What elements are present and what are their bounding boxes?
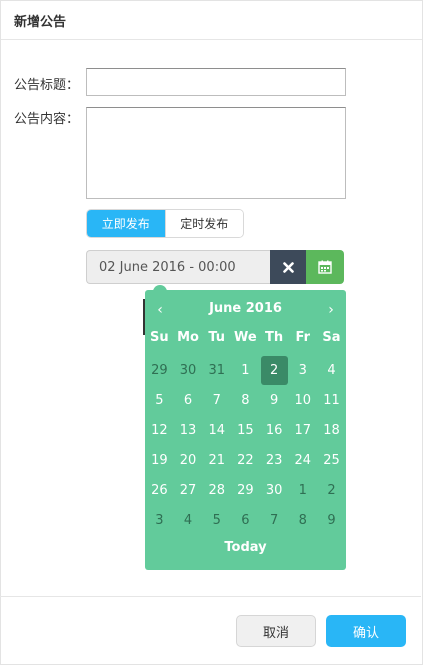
today-button[interactable]: Today xyxy=(145,540,346,555)
calendar-week-row: 5 6 7 8 9 10 11 xyxy=(145,385,346,415)
calendar-day[interactable]: 4 xyxy=(174,505,203,535)
calendar-day[interactable]: 11 xyxy=(317,385,346,415)
calendar-day[interactable]: 15 xyxy=(231,415,260,445)
clear-date-button[interactable] xyxy=(270,250,306,284)
announcement-dialog: 新增公告 公告标题： 公告内容： 立即发布 定时发布 02 June 2016 … xyxy=(0,0,423,665)
calendar-day-selected[interactable]: 2 xyxy=(260,355,289,385)
calendar-week-row: 19 20 21 22 23 24 25 xyxy=(145,445,346,475)
publish-now-button[interactable]: 立即发布 xyxy=(87,210,165,237)
title-label: 公告标题： xyxy=(14,78,80,93)
calendar-day[interactable]: 21 xyxy=(202,445,231,475)
weekday-label: Su xyxy=(150,330,169,345)
content-textarea[interactable] xyxy=(86,107,346,199)
scheduled-publish-button[interactable]: 定时发布 xyxy=(164,210,243,237)
date-picker: ‹ June 2016 › Su Mo Tu We Th Fr Sa 29 30 31 1 2 3 4 5… xyxy=(145,290,346,570)
calendar-day[interactable]: 25 xyxy=(317,445,346,475)
calendar-day[interactable]: 8 xyxy=(231,385,260,415)
calendar-day[interactable]: 2 xyxy=(317,475,346,505)
calendar-day[interactable]: 13 xyxy=(174,415,203,445)
calendar-day[interactable]: 5 xyxy=(202,505,231,535)
day-grid: 29 30 31 1 2 3 4 5 6 7 8 9 10 11 12 13 14 15 16 17 18 19 20 21 2… xyxy=(145,355,346,535)
calendar-week-row: 26 27 28 29 30 1 2 xyxy=(145,475,346,505)
calendar-day[interactable]: 26 xyxy=(145,475,174,505)
calendar-day[interactable]: 5 xyxy=(145,385,174,415)
calendar-day[interactable]: 3 xyxy=(288,355,317,385)
cancel-button[interactable]: 取消 xyxy=(236,615,316,647)
picker-header: ‹ June 2016 › xyxy=(145,300,346,320)
calendar-day[interactable]: 31 xyxy=(202,355,231,385)
calendar-day[interactable]: 20 xyxy=(174,445,203,475)
calendar-day[interactable]: 30 xyxy=(260,475,289,505)
calendar-day[interactable]: 29 xyxy=(145,355,174,385)
weekday-label: We xyxy=(234,330,257,345)
publish-mode-toggle: 立即发布 定时发布 xyxy=(86,209,244,238)
calendar-day[interactable]: 3 xyxy=(145,505,174,535)
calendar-day[interactable]: 29 xyxy=(231,475,260,505)
calendar-day[interactable]: 10 xyxy=(288,385,317,415)
calendar-day[interactable]: 6 xyxy=(174,385,203,415)
weekday-label: Th xyxy=(265,330,284,345)
weekday-label: Fr xyxy=(295,330,311,345)
calendar-icon xyxy=(318,260,332,274)
calendar-week-row: 12 13 14 15 16 17 18 xyxy=(145,415,346,445)
footer-divider xyxy=(0,596,421,597)
selected-day-label: 2 xyxy=(260,355,288,385)
calendar-day[interactable]: 7 xyxy=(260,505,289,535)
weekday-label: Sa xyxy=(322,330,341,345)
calendar-day[interactable]: 12 xyxy=(145,415,174,445)
calendar-day[interactable]: 9 xyxy=(317,505,346,535)
content-label: 公告内容： xyxy=(14,112,80,127)
calendar-week-row: 29 30 31 1 2 3 4 xyxy=(145,355,346,385)
calendar-day[interactable]: 8 xyxy=(288,505,317,535)
next-month-button[interactable]: › xyxy=(320,300,342,320)
datetime-group: 02 June 2016 - 00:00 xyxy=(86,250,344,284)
weekday-label: Tu xyxy=(208,330,226,345)
calendar-day[interactable]: 30 xyxy=(174,355,203,385)
calendar-day[interactable]: 19 xyxy=(145,445,174,475)
calendar-day[interactable]: 22 xyxy=(231,445,260,475)
times-icon xyxy=(282,261,294,273)
calendar-day[interactable]: 17 xyxy=(288,415,317,445)
title-input[interactable] xyxy=(86,68,346,96)
dialog-title: 新增公告 xyxy=(14,15,67,30)
calendar-day[interactable]: 24 xyxy=(288,445,317,475)
weekday-header: Su Mo Tu We Th Fr Sa xyxy=(145,330,346,345)
confirm-button[interactable]: 确认 xyxy=(326,615,406,647)
calendar-day[interactable]: 1 xyxy=(288,475,317,505)
dialog-header: 新增公告 xyxy=(1,1,422,40)
datetime-input[interactable]: 02 June 2016 - 00:00 xyxy=(86,250,270,284)
prev-month-button[interactable]: ‹ xyxy=(149,300,171,320)
month-title[interactable]: June 2016 xyxy=(185,301,306,316)
open-calendar-button[interactable] xyxy=(306,250,344,284)
calendar-day[interactable]: 14 xyxy=(202,415,231,445)
calendar-day[interactable]: 16 xyxy=(260,415,289,445)
calendar-day[interactable]: 28 xyxy=(202,475,231,505)
calendar-day[interactable]: 4 xyxy=(317,355,346,385)
calendar-day[interactable]: 27 xyxy=(174,475,203,505)
calendar-day[interactable]: 1 xyxy=(231,355,260,385)
calendar-day[interactable]: 7 xyxy=(202,385,231,415)
calendar-day[interactable]: 9 xyxy=(260,385,289,415)
calendar-day[interactable]: 6 xyxy=(231,505,260,535)
calendar-day[interactable]: 23 xyxy=(260,445,289,475)
calendar-week-row: 3456789 xyxy=(145,505,346,535)
calendar-day[interactable]: 18 xyxy=(317,415,346,445)
weekday-label: Mo xyxy=(177,330,199,345)
